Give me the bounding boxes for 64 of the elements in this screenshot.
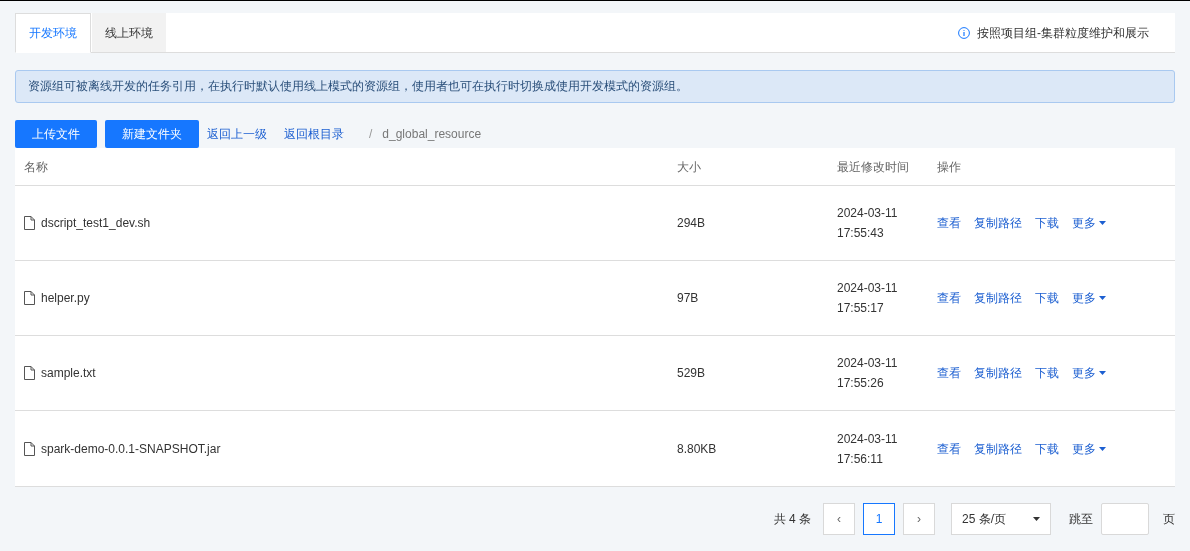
page-input[interactable] — [1101, 503, 1149, 535]
modified-date: 2024-03-11 — [837, 355, 899, 372]
modified-time: 17:55:43 — [837, 225, 885, 242]
file-icon — [24, 291, 35, 305]
nav-link[interactable]: 返回根目录 — [284, 125, 344, 143]
modified-time: 17:55:17 — [837, 300, 885, 317]
total-count: 共 4 条 — [773, 511, 811, 528]
jump-label: 跳至 — [1069, 511, 1093, 528]
more-dropdown[interactable]: 更多 — [1072, 439, 1106, 458]
more-dropdown[interactable]: 更多 — [1072, 289, 1106, 307]
action-link[interactable]: 复制路径 — [974, 214, 1022, 232]
info-icon — [958, 26, 970, 39]
modified-time: 17:55:26 — [837, 375, 885, 392]
caret-icon — [1099, 371, 1106, 375]
file-icon — [24, 366, 35, 380]
column-header: 操作 — [937, 158, 961, 176]
tab[interactable]: 开发环境 — [15, 13, 91, 53]
file-icon — [24, 441, 35, 456]
file-name: sample.txt — [41, 365, 96, 382]
file-name: spark-demo-0.0.1-SNAPSHOT.jar — [41, 440, 221, 458]
nav-link[interactable]: 返回上一级 — [207, 125, 267, 143]
info-alert: 资源组可被离线开发的任务引用，在执行时默认使用线上模式的资源组，使用者也可在执行时切换成使用开发模式的资源组。 — [15, 70, 1175, 103]
tab[interactable]: 线上环境 — [92, 13, 166, 52]
column-header: 大小 — [677, 158, 702, 176]
action-link[interactable]: 查看 — [937, 289, 961, 307]
caret-icon — [1099, 296, 1106, 300]
action-link[interactable]: 下载 — [1035, 364, 1059, 382]
action-link[interactable]: 复制路径 — [974, 364, 1022, 382]
modified-date: 2024-03-11 — [837, 205, 899, 222]
action-link[interactable]: 复制路径 — [974, 439, 1022, 458]
primary-button[interactable]: 上传文件 — [15, 120, 97, 148]
file-size: 529B — [677, 365, 707, 382]
action-link[interactable]: 复制路径 — [974, 289, 1022, 307]
current-path: d_global_resource — [382, 126, 482, 143]
page-size-select[interactable]: 25 条/页 — [951, 503, 1051, 535]
caret-icon — [1099, 221, 1106, 225]
action-link[interactable]: 下载 — [1035, 439, 1059, 458]
primary-button[interactable]: 新建文件夹 — [105, 120, 199, 148]
action-link[interactable]: 下载 — [1035, 289, 1059, 307]
prev-page-button[interactable]: ‹ — [823, 503, 855, 535]
page-button[interactable]: 1 — [863, 503, 895, 535]
page-suffix: 页 — [1163, 511, 1175, 528]
action-link[interactable]: 查看 — [937, 364, 961, 382]
path-separator: / — [369, 126, 373, 143]
file-size: 8.80KB — [677, 440, 718, 458]
file-name: helper.py — [41, 290, 90, 307]
modified-date: 2024-03-11 — [837, 430, 899, 448]
action-link[interactable]: 查看 — [937, 214, 961, 232]
more-dropdown[interactable]: 更多 — [1072, 364, 1106, 382]
action-link[interactable]: 下载 — [1035, 214, 1059, 232]
action-link[interactable]: 查看 — [937, 439, 961, 458]
modified-date: 2024-03-11 — [837, 280, 899, 297]
file-icon — [24, 216, 35, 230]
caret-icon — [1033, 517, 1040, 521]
modified-time: 17:56:11 — [837, 450, 884, 468]
file-size: 294B — [677, 215, 707, 232]
column-header: 名称 — [23, 158, 49, 176]
column-header: 最近修改时间 — [837, 158, 910, 176]
caret-icon — [1099, 446, 1106, 451]
file-name: dscript_test1_dev.sh — [41, 215, 151, 232]
more-dropdown[interactable]: 更多 — [1072, 214, 1106, 232]
info-note: 按照项目组-集群粒度维护和展示 — [977, 24, 1149, 42]
file-size: 97B — [677, 290, 700, 307]
next-page-button[interactable]: › — [903, 503, 935, 535]
